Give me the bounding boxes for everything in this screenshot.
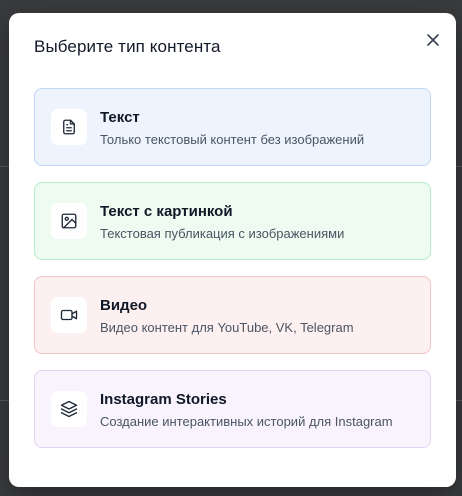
card-description: Только текстовый контент без изображений [100,132,365,147]
layers-icon [60,400,78,418]
card-icon-box [51,203,87,239]
card-icon-box [51,109,87,145]
content-type-text-image-card[interactable]: Текст с картинкой Текстовая публикация с… [34,182,431,260]
background-divider [0,400,9,401]
card-icon-box [51,391,87,427]
background-divider [0,166,9,167]
card-title: Текст с картинкой [100,203,233,220]
card-description: Текстовая публикация с изображениями [100,226,345,241]
content-type-text-card[interactable]: Текст Только текстовый контент без изобр… [34,88,431,166]
card-icon-box [51,297,87,333]
close-button[interactable] [424,31,442,49]
content-type-stories-card[interactable]: Instagram Stories Создание интерактивных… [34,370,431,448]
card-title: Видео [100,297,148,314]
background-divider [456,400,462,401]
content-type-modal: Выберите тип контента Текст Только текст… [9,13,456,487]
document-icon [63,119,75,135]
background-divider [456,166,462,167]
content-type-video-card[interactable]: Видео Видео контент для YouTube, VK, Tel… [34,276,431,354]
card-description: Видео контент для YouTube, VK, Telegram [100,320,354,335]
card-title: Instagram Stories [100,391,227,408]
card-title: Текст [100,109,140,126]
modal-title: Выберите тип контента [34,37,221,56]
card-description: Создание интерактивных историй для Insta… [100,414,393,429]
close-icon [427,34,439,46]
image-icon [61,213,77,229]
video-camera-icon [60,309,78,321]
